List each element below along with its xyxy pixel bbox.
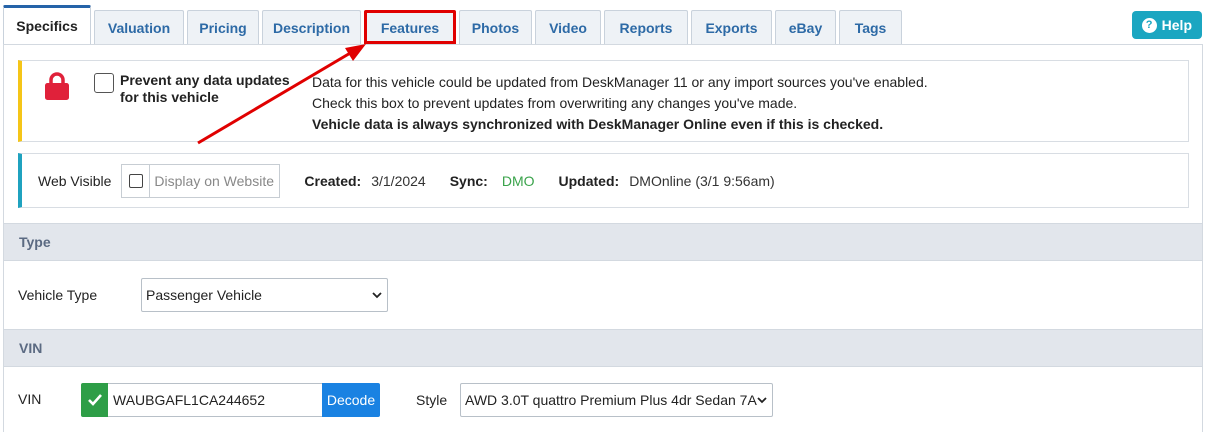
style-label: Style: [416, 392, 448, 408]
display-on-website-checkbox[interactable]: [128, 173, 143, 188]
tab-description[interactable]: Description: [262, 10, 361, 44]
vin-input[interactable]: WAUBGAFL1CA244652: [108, 383, 323, 417]
display-on-website-label: Display on Website: [154, 172, 274, 189]
tab-reports[interactable]: Reports: [604, 10, 688, 44]
tab-list: Specifics Valuation Pricing Description …: [3, 5, 905, 44]
sync-label: Sync:: [449, 172, 488, 189]
vehicle-type-label: Vehicle Type: [18, 287, 98, 303]
decode-button[interactable]: Decode: [322, 383, 380, 417]
web-visible-label: Web Visible: [38, 172, 112, 189]
tab-valuation[interactable]: Valuation: [94, 10, 184, 44]
prevent-desc-line2: Check this box to prevent updates from o…: [312, 95, 798, 111]
created-label: Created:: [304, 172, 362, 189]
chevron-down-icon: [372, 292, 382, 299]
vehicle-type-value: Passenger Vehicle: [146, 287, 262, 303]
tab-exports[interactable]: Exports: [691, 10, 772, 44]
tab-specifics[interactable]: Specifics: [3, 5, 91, 44]
vehicle-type-select[interactable]: Passenger Vehicle: [141, 278, 388, 312]
prevent-updates-panel: Prevent any data updates for this vehicl…: [18, 60, 1189, 142]
updated-value: DMOnline (3/1 9:56am): [629, 172, 775, 189]
vin-label: VIN: [18, 391, 42, 407]
vin-valid-indicator: [81, 383, 108, 417]
style-value: AWD 3.0T quattro Premium Plus 4dr Sedan …: [465, 392, 757, 408]
display-checkbox-cell: [122, 164, 151, 197]
prevent-desc-line3: Vehicle data is always synchronized with…: [312, 116, 884, 132]
question-icon: ?: [1141, 17, 1157, 33]
help-label: Help: [1161, 17, 1192, 33]
specifics-panel: Prevent any data updates for this vehicl…: [3, 44, 1203, 432]
vin-section-header: VIN: [4, 329, 1202, 367]
tab-features[interactable]: Features: [364, 10, 456, 44]
tab-bar: Specifics Valuation Pricing Description …: [0, 0, 1206, 44]
check-icon: [87, 394, 102, 406]
style-select[interactable]: AWD 3.0T quattro Premium Plus 4dr Sedan …: [460, 383, 773, 417]
help-button[interactable]: ? Help: [1131, 11, 1202, 39]
tab-photos[interactable]: Photos: [459, 10, 532, 44]
lock-icon: [45, 72, 69, 100]
tab-ebay[interactable]: eBay: [775, 10, 836, 44]
vin-value: WAUBGAFL1CA244652: [113, 392, 265, 408]
sync-value: DMO: [501, 172, 535, 189]
display-on-website-field[interactable]: Display on Website: [121, 163, 281, 198]
tab-tags[interactable]: Tags: [839, 10, 902, 44]
prevent-updates-description: Data for this vehicle could be updated f…: [312, 72, 928, 135]
tab-video[interactable]: Video: [535, 10, 601, 44]
vehicle-info-panel: Web Visible Display on Website Created: …: [18, 153, 1189, 208]
type-section-header: Type: [4, 223, 1202, 261]
created-value: 3/1/2024: [371, 172, 426, 189]
chevron-down-icon: [757, 397, 767, 404]
prevent-desc-line1: Data for this vehicle could be updated f…: [312, 74, 928, 90]
prevent-updates-label: Prevent any data updates for this vehicl…: [120, 72, 290, 105]
prevent-updates-checkbox[interactable]: [94, 73, 114, 93]
tab-pricing[interactable]: Pricing: [187, 10, 259, 44]
updated-label: Updated:: [558, 172, 620, 189]
